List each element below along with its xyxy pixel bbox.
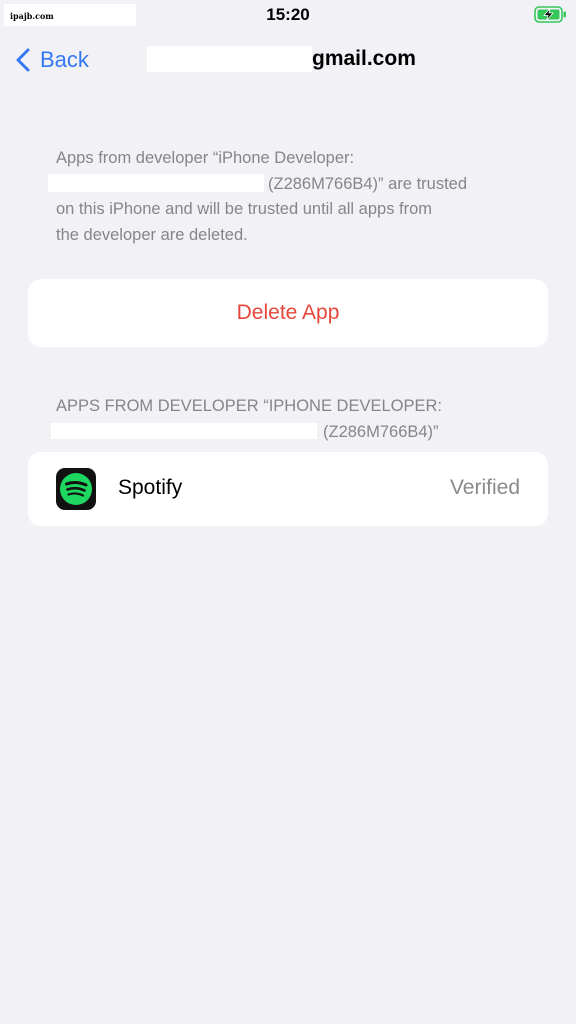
trust-description: Apps from developer “iPhone Developer: (… [48,146,536,248]
app-row-spotify[interactable]: Spotify Verified [28,452,548,526]
delete-app-label: Delete App [236,301,340,324]
apps-header-line-2-text: (Z286M766B4)” [323,422,439,441]
back-label: Back [40,47,89,72]
trust-line-3: on this iPhone and will be trusted until… [56,200,433,218]
spotify-icon [56,468,96,510]
app-name: Spotify [118,476,183,499]
redacted-developer [48,173,264,192]
battery-charging-icon [534,6,568,23]
trust-line-1: Apps from developer “iPhone Developer: [56,149,355,167]
chevron-left-icon [16,48,30,72]
trust-line-2-text: (Z286M766B4)” are trusted [268,174,468,193]
apps-header-line-2: (Z286M766B4)” [51,420,536,446]
apps-section-header: APPS FROM DEVELOPER “IPHONE DEVELOPER: (… [51,394,536,446]
back-button[interactable]: Back [16,43,89,77]
status-time: 15:20 [266,5,310,24]
navigation-bar: Back gmail.com [0,38,576,82]
redacted-developer-header [51,422,317,439]
page-title: gmail.com [147,44,416,74]
apps-header-line-1: APPS FROM DEVELOPER “IPHONE DEVELOPER: [56,397,443,415]
redacted-email [147,46,312,72]
delete-app-button[interactable]: Delete App [28,279,548,347]
page-title-suffix: gmail.com [312,47,416,70]
status-bar: ipajb.com 15:20 [0,0,576,30]
trust-line-2: (Z286M766B4)” are trusted [48,172,536,198]
trust-line-4: the developer are deleted. [56,225,248,244]
app-verified-status: Verified [449,476,520,499]
